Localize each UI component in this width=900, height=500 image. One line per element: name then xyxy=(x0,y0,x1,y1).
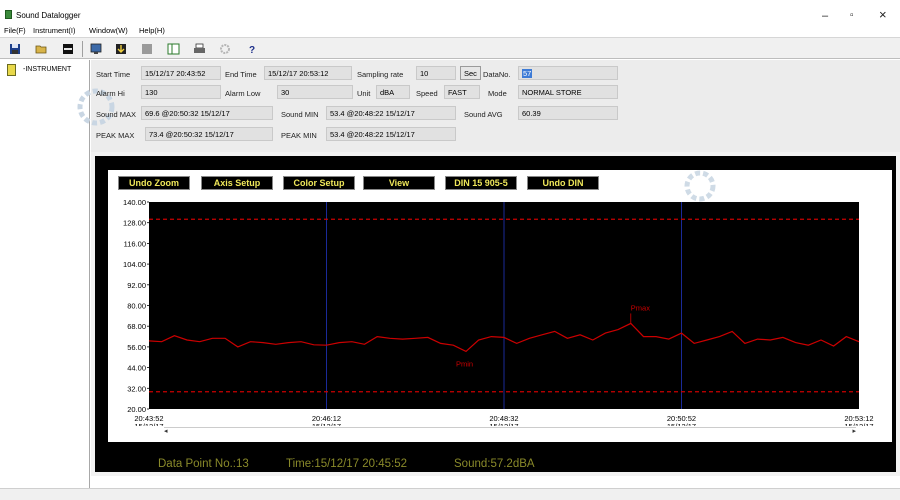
printer-icon[interactable] xyxy=(191,42,207,56)
gray-square-icon[interactable] xyxy=(139,42,155,56)
download-icon[interactable] xyxy=(113,42,129,56)
status-time: Time:15/12/17 20:45:52 xyxy=(286,458,408,470)
sound-max-label: Sound MAX xyxy=(96,110,137,119)
menu-instrument[interactable]: Instrument(I) xyxy=(33,26,76,35)
chart-horizontal-scrollbar[interactable]: ◂ ▸ xyxy=(164,427,856,436)
speed-value: FAST xyxy=(444,85,480,99)
y-tick-label: 44.00 xyxy=(127,364,146,373)
open-icon[interactable] xyxy=(33,42,49,56)
menu-window[interactable]: Window(W) xyxy=(89,26,128,35)
annotation-pmin: Pmin xyxy=(456,359,473,368)
y-tick-label: 80.00 xyxy=(127,302,146,311)
sound-avg-value: 60.39 xyxy=(518,106,618,120)
sound-avg-label: Sound AVG xyxy=(464,110,503,119)
status-bar xyxy=(0,488,900,500)
datano-label: DataNo. xyxy=(483,70,511,79)
svg-text:?: ? xyxy=(249,45,255,55)
minimize-button[interactable]: – xyxy=(822,10,828,22)
menu-help[interactable]: Help(H) xyxy=(139,26,165,35)
toolbar: ? xyxy=(0,37,900,59)
x-tick-date: 15/12/17 xyxy=(844,422,873,426)
alarm-low-value: 30 xyxy=(277,85,353,99)
chart-container: Undo Zoom Axis Setup Color Setup View DI… xyxy=(91,152,900,476)
mode-label: Mode xyxy=(488,89,507,98)
x-tick-date: 15/12/17 xyxy=(489,422,518,426)
save-icon[interactable] xyxy=(7,42,23,56)
datano-value: 57 xyxy=(518,66,618,80)
instrument-icon xyxy=(7,64,16,76)
unit-label: Unit xyxy=(357,89,371,98)
status-sound: Sound:57.2dBA xyxy=(454,458,535,470)
y-tick-label: 20.00 xyxy=(127,405,146,414)
info-panel: Start Time 15/12/17 20:43:52 End Time 15… xyxy=(77,60,900,152)
y-tick-label: 56.00 xyxy=(127,343,146,352)
sound-level-chart[interactable]: 20:43:5215/12/1720:46:1215/12/1720:48:32… xyxy=(108,170,892,426)
close-button[interactable]: × xyxy=(879,7,887,22)
x-tick-date: 15/12/17 xyxy=(312,422,341,426)
alarm-hi-label: Alarm Hi xyxy=(96,89,125,98)
y-tick-label: 32.00 xyxy=(127,384,146,393)
peak-min-label: PEAK MIN xyxy=(281,131,317,140)
scroll-right-icon[interactable]: ▸ xyxy=(852,427,856,435)
app-icon xyxy=(5,10,12,19)
y-tick-label: 104.00 xyxy=(123,260,146,269)
unit-value: dBA xyxy=(376,85,410,99)
gear-icon[interactable] xyxy=(217,42,233,56)
monitor-icon[interactable] xyxy=(88,42,104,56)
help-icon[interactable]: ? xyxy=(244,42,260,56)
start-time-label: Start Time xyxy=(96,70,131,79)
chart-panel: Undo Zoom Axis Setup Color Setup View DI… xyxy=(108,170,892,442)
sound-min-label: Sound MIN xyxy=(281,110,319,119)
peak-max-label: PEAK MAX xyxy=(96,131,135,140)
menu-file[interactable]: File(F) xyxy=(4,26,26,35)
title-bar: Sound Datalogger – ▫ × xyxy=(0,0,900,24)
peak-max-value: 73.4 @20:50:32 15/12/17 xyxy=(145,127,273,141)
alarm-hi-value: 130 xyxy=(141,85,221,99)
sampling-rate-value: 10 xyxy=(416,66,456,80)
scroll-left-icon[interactable]: ◂ xyxy=(164,427,168,435)
end-time-value: 15/12/17 20:53:12 xyxy=(264,66,352,80)
menu-bar: File(F) Instrument(I) Window(W) Help(H) xyxy=(0,24,900,37)
y-tick-label: 92.00 xyxy=(127,281,146,290)
panel-icon[interactable] xyxy=(165,42,181,56)
start-time-value: 15/12/17 20:43:52 xyxy=(141,66,221,80)
status-data-point: Data Point No.:13 xyxy=(158,458,249,470)
peak-min-value: 53.4 @20:48:22 15/12/17 xyxy=(326,127,456,141)
y-tick-label: 140.00 xyxy=(123,198,146,207)
sound-max-value: 69.6 @20:50:32 15/12/17 xyxy=(141,106,273,120)
y-tick-label: 68.00 xyxy=(127,322,146,331)
black-bar-icon[interactable] xyxy=(60,42,76,56)
sampling-rate-label: Sampling rate xyxy=(357,70,404,79)
x-tick-date: 15/12/17 xyxy=(134,422,163,426)
window-title: Sound Datalogger xyxy=(16,11,81,20)
end-time-label: End Time xyxy=(225,70,257,79)
mode-value: NORMAL STORE xyxy=(518,85,618,99)
y-tick-label: 128.00 xyxy=(123,219,146,228)
y-tick-label: 116.00 xyxy=(124,239,146,248)
sound-min-value: 53.4 @20:48:22 15/12/17 xyxy=(326,106,456,120)
maximize-button[interactable]: ▫ xyxy=(850,10,854,21)
alarm-low-label: Alarm Low xyxy=(225,89,261,98)
annotation-pmax: Pmax xyxy=(631,303,650,312)
sampling-unit: Sec xyxy=(460,66,481,80)
speed-label: Speed xyxy=(416,89,438,98)
x-tick-date: 15/12/17 xyxy=(667,422,696,426)
